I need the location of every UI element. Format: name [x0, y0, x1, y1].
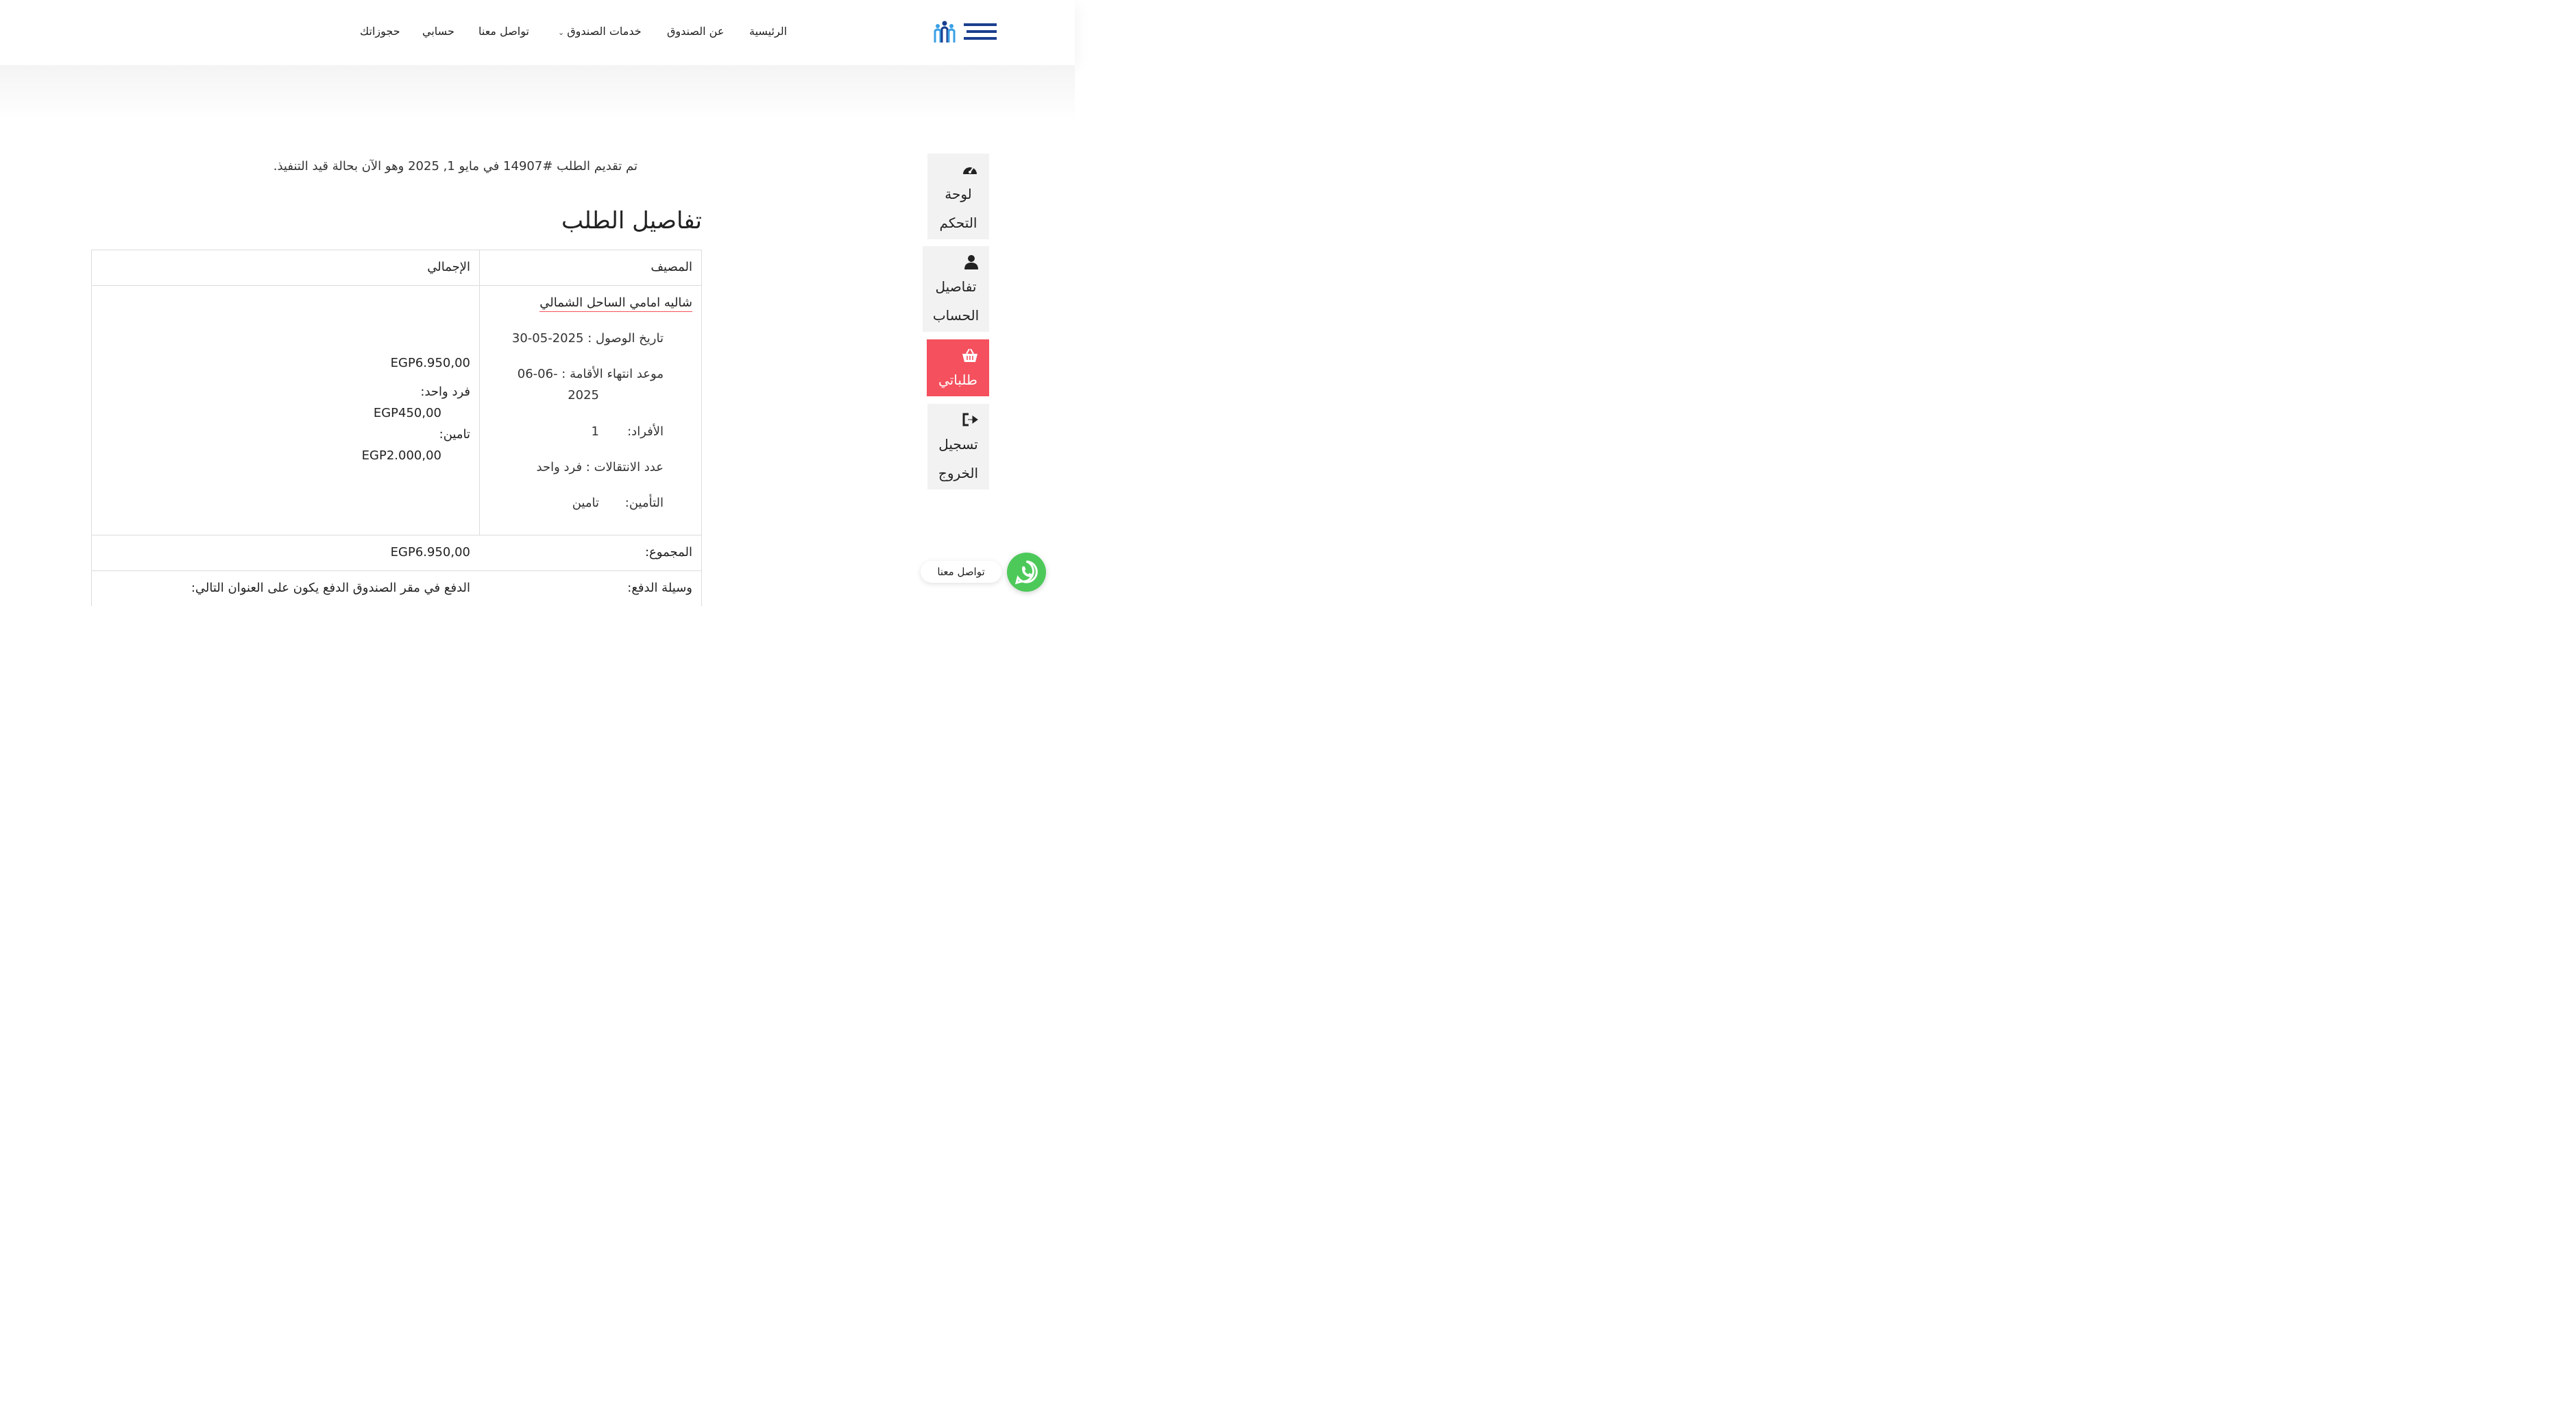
sidebar-item-logout[interactable]: تسجيل الخروج: [927, 404, 989, 490]
persons-label: الأفراد:: [627, 424, 664, 439]
nav-about[interactable]: عن الصندوق: [667, 25, 724, 38]
gauge-icon: [963, 167, 977, 174]
table-divider: [92, 285, 701, 286]
table-divider: [479, 250, 480, 535]
sidebar-account-line2: الحساب: [932, 307, 980, 324]
stay-end-date: موعد انتهاء الأقامة : -06-06: [517, 367, 664, 381]
subtotal-label: المجموع:: [644, 545, 692, 559]
whatsapp-icon: [1014, 560, 1038, 585]
arrival-date: تاريخ الوصول : 2025-05-30: [511, 331, 664, 346]
subtotal-value: EGP6.950,00: [390, 545, 470, 559]
single-person-value: EGP450,00: [373, 406, 441, 420]
sidebar-orders-label: طلباتي: [938, 372, 977, 388]
sidebar-item-orders[interactable]: طلباتي: [927, 339, 989, 396]
sidebar-logout-line2: الخروج: [938, 465, 979, 481]
insurance-fee-value: EGP2.000,00: [361, 448, 441, 463]
nav-services[interactable]: خدمات الصندوق⌄: [558, 25, 642, 38]
persons-value: 1: [591, 424, 599, 439]
sidebar-item-dashboard[interactable]: لوحة التحكم: [927, 154, 989, 239]
product-link[interactable]: شاليه امامي الساحل الشمالي: [539, 296, 692, 312]
insurance-value: تامين: [572, 496, 599, 510]
stay-end-year: 2025: [568, 388, 599, 402]
single-person-label: فرد واحد:: [420, 385, 470, 399]
product-name: شاليه امامي الساحل الشمالي: [539, 296, 692, 312]
sidebar-logout-line1: تسجيل: [938, 436, 978, 453]
table-divider: [92, 570, 701, 571]
nav-services-label: خدمات الصندوق: [567, 25, 642, 38]
insurance-fee-label: تامين:: [439, 427, 470, 442]
nav-bookings[interactable]: حجوزاتك: [360, 25, 400, 38]
sidebar-account-line1: تفاصيل: [935, 278, 977, 295]
whatsapp-button[interactable]: [1007, 553, 1046, 592]
main-nav: الرئيسية عن الصندوق خدمات الصندوق⌄ تواصل…: [0, 25, 1075, 41]
insurance-label: التأمين:: [624, 496, 664, 510]
payment-method-label: وسيلة الدفع:: [627, 581, 692, 595]
whatsapp-label[interactable]: تواصل معنا: [921, 561, 1001, 583]
payment-method-value: الدفع في مقر الصندوق الدفع يكون على العن…: [191, 581, 470, 595]
sign-out-icon: [962, 413, 978, 426]
nav-account[interactable]: حسابي: [422, 25, 454, 38]
sidebar-dashboard-line1: لوحة: [945, 186, 972, 202]
transfers-count: عدد الانتقالات : فرد واحد: [536, 460, 664, 474]
order-details-table: المصيف الإجمالي شاليه امامي الساحل الشما…: [91, 250, 702, 606]
header-shadow: [0, 65, 1075, 120]
chevron-down-icon: ⌄: [558, 28, 565, 37]
order-status-notice: تم تقديم الطلب #14907 في مايو 1, 2025 وه…: [273, 159, 637, 173]
line-total: EGP6.950,00: [390, 356, 470, 370]
sidebar-item-account-details[interactable]: تفاصيل الحساب: [923, 246, 989, 332]
column-header-total: الإجمالي: [427, 260, 470, 274]
sidebar-dashboard-line2: التحكم: [939, 215, 977, 231]
nav-home[interactable]: الرئيسية: [749, 25, 787, 38]
basket-icon: [962, 348, 977, 362]
page-title: تفاصيل الطلب: [561, 207, 702, 234]
user-icon: [964, 255, 978, 269]
column-header-product: المصيف: [651, 260, 692, 274]
nav-contact[interactable]: تواصل معنا: [478, 25, 529, 38]
